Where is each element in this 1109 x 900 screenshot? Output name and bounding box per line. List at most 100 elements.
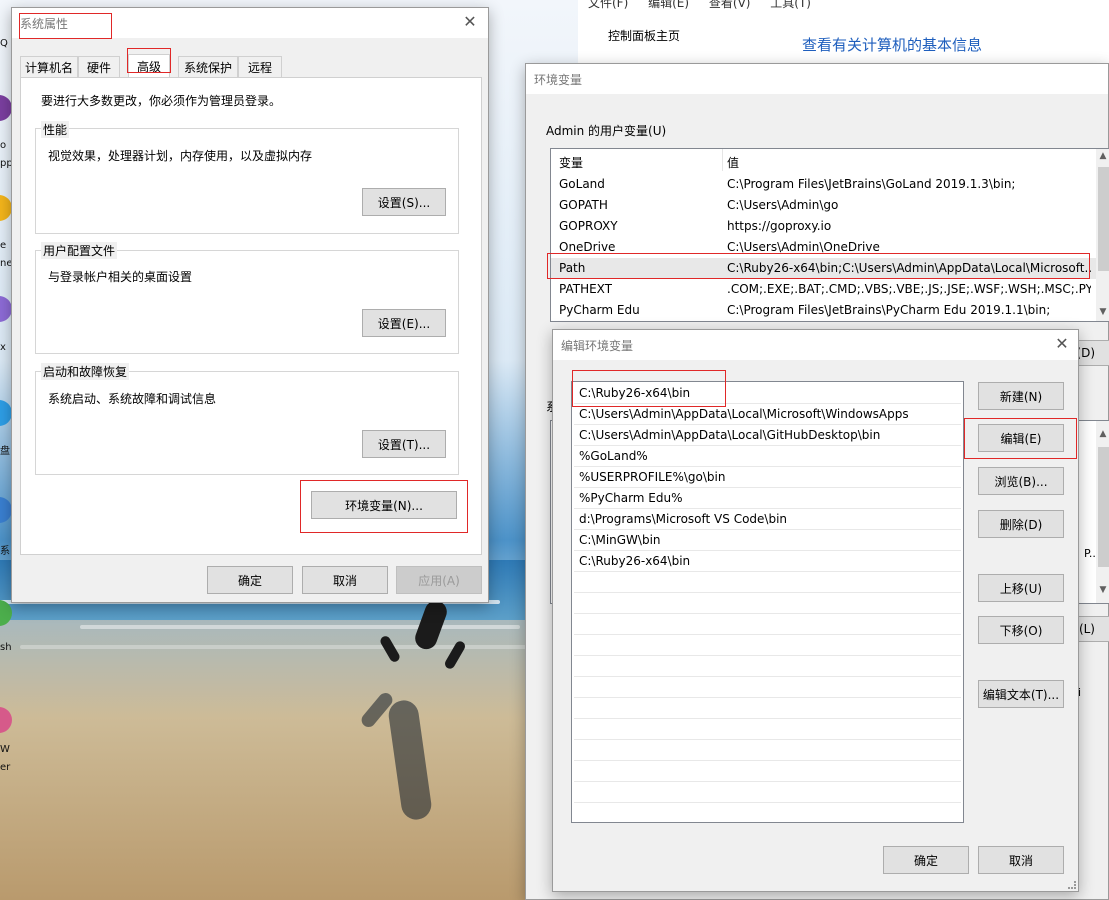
- empty-list-row: [574, 782, 961, 803]
- move-up-button[interactable]: 上移(U): [978, 574, 1064, 602]
- titlebar: 编辑环境变量 ✕: [553, 330, 1078, 360]
- list-item[interactable]: C:\Users\Admin\AppData\Local\GitHubDeskt…: [574, 425, 961, 446]
- empty-list-row: [574, 740, 961, 761]
- empty-list-row: [574, 656, 961, 677]
- list-item[interactable]: C:\MinGW\bin: [574, 530, 961, 551]
- column-divider: [722, 149, 723, 171]
- table-row[interactable]: GOPATH C:\Users\Admin\go: [551, 195, 1109, 216]
- var-name: GOPROXY: [559, 219, 618, 233]
- system-properties-window: 系统属性 ✕ 计算机名 硬件 高级 系统保护 远程 要进行大多数更改，你必须作为…: [11, 7, 489, 603]
- titlebar: 环境变量: [526, 64, 1108, 94]
- performance-group: [35, 128, 459, 234]
- performance-settings-button[interactable]: 设置(S)...: [362, 188, 446, 216]
- ok-button[interactable]: 确定: [207, 566, 293, 594]
- system-info-window: 文件(F) 编辑(E) 查看(V) 工具(T) 控制面板主页 查看有关计算机的基…: [578, 0, 1109, 70]
- resize-grip[interactable]: [1068, 881, 1076, 889]
- highlight-box: [127, 48, 171, 73]
- scroll-thumb[interactable]: [1098, 447, 1109, 567]
- list-item[interactable]: C:\Ruby26-x64\bin: [574, 551, 961, 572]
- table-row[interactable]: GOPROXY https://goproxy.io: [551, 216, 1109, 237]
- column-header-variable[interactable]: 变量: [559, 154, 583, 171]
- cancel-button[interactable]: 取消: [302, 566, 388, 594]
- menu-file[interactable]: 文件(F): [588, 0, 628, 10]
- close-icon[interactable]: ✕: [462, 14, 478, 30]
- startup-desc: 系统启动、系统故障和调试信息: [48, 392, 217, 406]
- var-name: PATHEXT: [559, 282, 613, 296]
- user-vars-label: Admin 的用户变量(U): [546, 124, 667, 138]
- var-name: GoLand: [559, 177, 605, 191]
- tab-system-protection[interactable]: 系统保护: [178, 56, 238, 78]
- user-profiles-desc: 与登录帐户相关的桌面设置: [48, 270, 193, 284]
- delete-button[interactable]: 删除(D): [978, 510, 1064, 538]
- apply-button[interactable]: 应用(A): [396, 566, 482, 594]
- list-item[interactable]: C:\Users\Admin\AppData\Local\Microsoft\W…: [574, 404, 961, 425]
- list-header: 变量 值: [551, 151, 1109, 172]
- tab-hardware[interactable]: 硬件: [78, 56, 120, 78]
- tab-remote[interactable]: 远程: [238, 56, 282, 78]
- desktop-icon-label: 盘: [0, 446, 10, 457]
- empty-list-row: [574, 761, 961, 782]
- scrollbar[interactable]: ▲ ▼: [1096, 149, 1109, 321]
- close-icon[interactable]: ✕: [1054, 336, 1070, 352]
- startup-settings-button[interactable]: 设置(T)...: [362, 430, 446, 458]
- tab-computer-name[interactable]: 计算机名: [20, 56, 78, 78]
- desktop-icon-label: 系: [0, 546, 10, 557]
- scroll-thumb[interactable]: [1098, 167, 1109, 271]
- highlight-box: [964, 418, 1077, 459]
- empty-list-row: [574, 719, 961, 740]
- move-down-button[interactable]: 下移(O): [978, 616, 1064, 644]
- user-profiles-label: 用户配置文件: [41, 242, 118, 259]
- list-item[interactable]: %GoLand%: [574, 446, 961, 467]
- empty-list-row: [574, 572, 961, 593]
- scroll-down-icon[interactable]: ▼: [1096, 585, 1109, 595]
- empty-list-row: [574, 593, 961, 614]
- var-value: C:\Users\Admin\go: [727, 198, 839, 212]
- highlight-box: [547, 253, 1090, 279]
- startup-group: [35, 371, 459, 475]
- var-value: C:\Users\Admin\OneDrive: [727, 240, 880, 254]
- menu-tools[interactable]: 工具(T): [770, 0, 811, 10]
- cancel-button[interactable]: 取消: [978, 846, 1064, 874]
- scroll-up-icon[interactable]: ▲: [1096, 429, 1109, 439]
- table-row[interactable]: GoLand C:\Program Files\JetBrains\GoLand…: [551, 174, 1109, 195]
- edit-env-var-window: 编辑环境变量 ✕ C:\Ruby26-x64\bin C:\Users\Admi…: [552, 329, 1079, 892]
- desktop-icon-label: x: [0, 342, 6, 353]
- user-profiles-group: [35, 250, 459, 354]
- ok-button[interactable]: 确定: [883, 846, 969, 874]
- performance-desc: 视觉效果，处理器计划，内存使用，以及虚拟内存: [48, 149, 313, 163]
- sysinfo-heading: 查看有关计算机的基本信息: [802, 36, 983, 54]
- new-button[interactable]: 新建(N): [978, 382, 1064, 410]
- empty-list-row: [574, 677, 961, 698]
- desktop-icon-label: W: [0, 744, 10, 755]
- desktop-icon-label: Q: [0, 38, 8, 49]
- user-profiles-settings-button[interactable]: 设置(E)...: [362, 309, 446, 337]
- path-list[interactable]: C:\Ruby26-x64\bin C:\Users\Admin\AppData…: [571, 381, 964, 823]
- var-value: .COM;.EXE;.BAT;.CMD;.VBS;.VBE;.JS;.JSE;.…: [727, 282, 1091, 296]
- empty-list-row: [574, 635, 961, 656]
- column-header-value[interactable]: 值: [727, 154, 739, 171]
- user-vars-list[interactable]: 变量 值 GoLand C:\Program Files\JetBrains\G…: [550, 148, 1109, 322]
- admin-note: 要进行大多数更改，你必须作为管理员登录。: [41, 94, 282, 108]
- control-panel-home-link[interactable]: 控制面板主页: [608, 27, 680, 44]
- desktop-icon-label: er: [0, 762, 11, 773]
- browse-button[interactable]: 浏览(B)...: [978, 467, 1064, 495]
- list-item[interactable]: %USERPROFILE%\go\bin: [574, 467, 961, 488]
- var-value: C:\Program Files\JetBrains\PyCharm Edu 2…: [727, 303, 1051, 317]
- menu-bar: 文件(F) 编辑(E) 查看(V) 工具(T): [588, 0, 811, 11]
- table-row[interactable]: PyCharm Edu C:\Program Files\JetBrains\P…: [551, 300, 1109, 321]
- table-row[interactable]: PATHEXT .COM;.EXE;.BAT;.CMD;.VBS;.VBE;.J…: [551, 279, 1109, 300]
- list-item[interactable]: %PyCharm Edu%: [574, 488, 961, 509]
- menu-edit[interactable]: 编辑(E): [648, 0, 689, 10]
- highlight-box: [572, 370, 726, 407]
- desktop-icon-label: o: [0, 140, 7, 151]
- list-item[interactable]: d:\Programs\Microsoft VS Code\bin: [574, 509, 961, 530]
- var-name: PyCharm Edu: [559, 303, 640, 317]
- edit-text-button[interactable]: 编辑文本(T)...: [978, 680, 1064, 708]
- menu-view[interactable]: 查看(V): [709, 0, 751, 10]
- scroll-down-icon[interactable]: ▼: [1096, 307, 1109, 317]
- startup-label: 启动和故障恢复: [41, 363, 130, 380]
- desktop-icon-label: sh: [0, 642, 12, 653]
- scroll-up-icon[interactable]: ▲: [1096, 151, 1109, 161]
- var-value: C:\Program Files\JetBrains\GoLand 2019.1…: [727, 177, 1016, 191]
- scrollbar[interactable]: ▲ ▼: [1096, 421, 1109, 603]
